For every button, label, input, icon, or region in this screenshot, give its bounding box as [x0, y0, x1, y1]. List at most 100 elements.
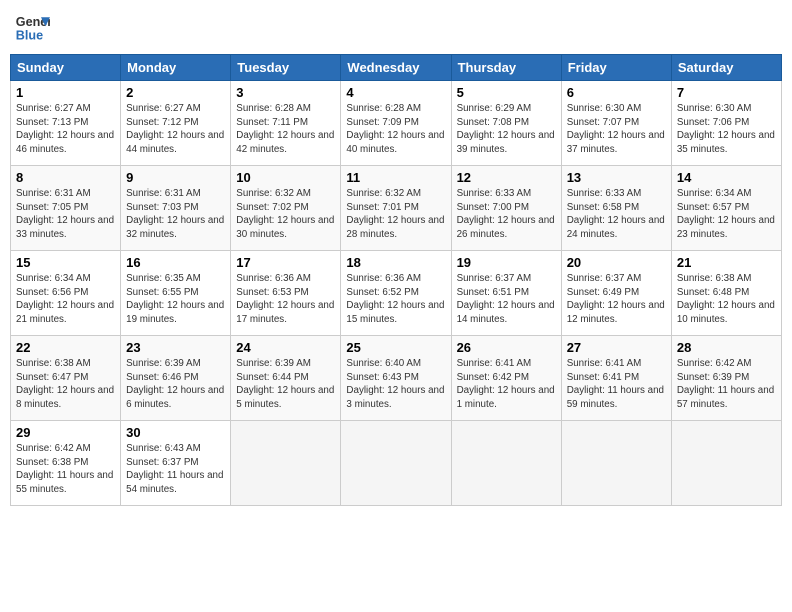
day-number: 13 — [567, 170, 666, 185]
calendar-cell: 22 Sunrise: 6:38 AMSunset: 6:47 PMDayligh… — [11, 336, 121, 421]
day-info: Sunrise: 6:40 AMSunset: 6:43 PMDaylight:… — [346, 357, 445, 412]
day-info: Sunrise: 6:39 AMSunset: 6:44 PMDaylight:… — [236, 357, 335, 412]
calendar-cell: 23 Sunrise: 6:39 AMSunset: 6:46 PMDayligh… — [121, 336, 231, 421]
calendar-cell: 17 Sunrise: 6:36 AMSunset: 6:53 PMDayligh… — [231, 251, 341, 336]
day-info: Sunrise: 6:32 AMSunset: 7:01 PMDaylight:… — [346, 187, 445, 242]
day-info: Sunrise: 6:29 AMSunset: 7:08 PMDaylight:… — [457, 102, 556, 157]
day-number: 16 — [126, 255, 225, 270]
calendar-cell: 27 Sunrise: 6:41 AMSunset: 6:41 PMDayligh… — [561, 336, 671, 421]
calendar-week-row: 22 Sunrise: 6:38 AMSunset: 6:47 PMDayligh… — [11, 336, 782, 421]
calendar-cell — [341, 421, 451, 506]
day-info: Sunrise: 6:39 AMSunset: 6:46 PMDaylight:… — [126, 357, 225, 412]
day-info: Sunrise: 6:41 AMSunset: 6:42 PMDaylight:… — [457, 357, 556, 412]
weekday-header-monday: Monday — [121, 55, 231, 81]
day-info: Sunrise: 6:30 AMSunset: 7:07 PMDaylight:… — [567, 102, 666, 157]
calendar-week-row: 8 Sunrise: 6:31 AMSunset: 7:05 PMDaylight… — [11, 166, 782, 251]
calendar-cell: 25 Sunrise: 6:40 AMSunset: 6:43 PMDayligh… — [341, 336, 451, 421]
svg-text:Blue: Blue — [16, 29, 43, 43]
day-number: 22 — [16, 340, 115, 355]
day-info: Sunrise: 6:36 AMSunset: 6:53 PMDaylight:… — [236, 272, 335, 327]
weekday-header-wednesday: Wednesday — [341, 55, 451, 81]
day-number: 17 — [236, 255, 335, 270]
day-info: Sunrise: 6:33 AMSunset: 7:00 PMDaylight:… — [457, 187, 556, 242]
calendar-cell: 10Sunrise: 6:32 AMSunset: 7:02 PMDayligh… — [231, 166, 341, 251]
calendar-cell: 30 Sunrise: 6:43 AMSunset: 6:37 PMDayligh… — [121, 421, 231, 506]
page-header: General Blue — [10, 10, 782, 46]
day-info: Sunrise: 6:27 AMSunset: 7:13 PMDaylight:… — [16, 102, 115, 157]
calendar-cell: 2 Sunrise: 6:27 AMSunset: 7:12 PMDaylight… — [121, 81, 231, 166]
day-number: 7 — [677, 85, 776, 100]
calendar-cell: 1 Sunrise: 6:27 AMSunset: 7:13 PMDaylight… — [11, 81, 121, 166]
day-info: Sunrise: 6:31 AMSunset: 7:03 PMDaylight:… — [126, 187, 225, 242]
day-info: Sunrise: 6:34 AMSunset: 6:56 PMDaylight:… — [16, 272, 115, 327]
day-number: 6 — [567, 85, 666, 100]
day-number: 2 — [126, 85, 225, 100]
day-info: Sunrise: 6:30 AMSunset: 7:06 PMDaylight:… — [677, 102, 776, 157]
calendar-cell: 7 Sunrise: 6:30 AMSunset: 7:06 PMDaylight… — [671, 81, 781, 166]
day-number: 12 — [457, 170, 556, 185]
day-number: 15 — [16, 255, 115, 270]
calendar-week-row: 15 Sunrise: 6:34 AMSunset: 6:56 PMDayligh… — [11, 251, 782, 336]
calendar-cell: 26 Sunrise: 6:41 AMSunset: 6:42 PMDayligh… — [451, 336, 561, 421]
calendar-cell — [451, 421, 561, 506]
day-number: 28 — [677, 340, 776, 355]
calendar-cell: 15 Sunrise: 6:34 AMSunset: 6:56 PMDayligh… — [11, 251, 121, 336]
calendar-cell: 21 Sunrise: 6:38 AMSunset: 6:48 PMDayligh… — [671, 251, 781, 336]
logo-icon: General Blue — [14, 10, 50, 46]
calendar-cell: 24 Sunrise: 6:39 AMSunset: 6:44 PMDayligh… — [231, 336, 341, 421]
calendar-cell: 11 Sunrise: 6:32 AMSunset: 7:01 PMDayligh… — [341, 166, 451, 251]
calendar-week-row: 29 Sunrise: 6:42 AMSunset: 6:38 PMDayligh… — [11, 421, 782, 506]
day-info: Sunrise: 6:28 AMSunset: 7:11 PMDaylight:… — [236, 102, 335, 157]
calendar-cell: 20Sunrise: 6:37 AMSunset: 6:49 PMDayligh… — [561, 251, 671, 336]
day-number: 29 — [16, 425, 115, 440]
calendar-cell — [561, 421, 671, 506]
calendar-cell: 3 Sunrise: 6:28 AMSunset: 7:11 PMDaylight… — [231, 81, 341, 166]
calendar-cell: 29 Sunrise: 6:42 AMSunset: 6:38 PMDayligh… — [11, 421, 121, 506]
weekday-header-tuesday: Tuesday — [231, 55, 341, 81]
day-number: 18 — [346, 255, 445, 270]
day-info: Sunrise: 6:38 AMSunset: 6:47 PMDaylight:… — [16, 357, 115, 412]
day-info: Sunrise: 6:31 AMSunset: 7:05 PMDaylight:… — [16, 187, 115, 242]
calendar-cell: 18Sunrise: 6:36 AMSunset: 6:52 PMDayligh… — [341, 251, 451, 336]
calendar-cell: 16 Sunrise: 6:35 AMSunset: 6:55 PMDayligh… — [121, 251, 231, 336]
weekday-header-saturday: Saturday — [671, 55, 781, 81]
day-info: Sunrise: 6:32 AMSunset: 7:02 PMDaylight:… — [236, 187, 335, 242]
calendar-header-row: SundayMondayTuesdayWednesdayThursdayFrid… — [11, 55, 782, 81]
calendar-cell: 9 Sunrise: 6:31 AMSunset: 7:03 PMDaylight… — [121, 166, 231, 251]
calendar-table: SundayMondayTuesdayWednesdayThursdayFrid… — [10, 54, 782, 506]
weekday-header-thursday: Thursday — [451, 55, 561, 81]
day-number: 26 — [457, 340, 556, 355]
calendar-cell: 5 Sunrise: 6:29 AMSunset: 7:08 PMDaylight… — [451, 81, 561, 166]
day-info: Sunrise: 6:35 AMSunset: 6:55 PMDaylight:… — [126, 272, 225, 327]
day-number: 11 — [346, 170, 445, 185]
day-number: 27 — [567, 340, 666, 355]
day-info: Sunrise: 6:27 AMSunset: 7:12 PMDaylight:… — [126, 102, 225, 157]
day-number: 4 — [346, 85, 445, 100]
day-number: 23 — [126, 340, 225, 355]
day-number: 5 — [457, 85, 556, 100]
day-info: Sunrise: 6:37 AMSunset: 6:51 PMDaylight:… — [457, 272, 556, 327]
calendar-cell: 12 Sunrise: 6:33 AMSunset: 7:00 PMDayligh… — [451, 166, 561, 251]
day-number: 30 — [126, 425, 225, 440]
calendar-cell — [231, 421, 341, 506]
day-info: Sunrise: 6:41 AMSunset: 6:41 PMDaylight:… — [567, 357, 666, 412]
day-info: Sunrise: 6:38 AMSunset: 6:48 PMDaylight:… — [677, 272, 776, 327]
day-number: 1 — [16, 85, 115, 100]
day-number: 9 — [126, 170, 225, 185]
day-number: 25 — [346, 340, 445, 355]
day-info: Sunrise: 6:33 AMSunset: 6:58 PMDaylight:… — [567, 187, 666, 242]
day-info: Sunrise: 6:42 AMSunset: 6:38 PMDaylight:… — [16, 442, 115, 497]
day-number: 20 — [567, 255, 666, 270]
calendar-cell: 6 Sunrise: 6:30 AMSunset: 7:07 PMDaylight… — [561, 81, 671, 166]
day-number: 24 — [236, 340, 335, 355]
calendar-cell: 28 Sunrise: 6:42 AMSunset: 6:39 PMDayligh… — [671, 336, 781, 421]
calendar-cell: 14Sunrise: 6:34 AMSunset: 6:57 PMDayligh… — [671, 166, 781, 251]
day-number: 3 — [236, 85, 335, 100]
day-info: Sunrise: 6:43 AMSunset: 6:37 PMDaylight:… — [126, 442, 225, 497]
day-number: 21 — [677, 255, 776, 270]
day-info: Sunrise: 6:42 AMSunset: 6:39 PMDaylight:… — [677, 357, 776, 412]
day-info: Sunrise: 6:34 AMSunset: 6:57 PMDaylight:… — [677, 187, 776, 242]
day-number: 8 — [16, 170, 115, 185]
calendar-cell: 19Sunrise: 6:37 AMSunset: 6:51 PMDayligh… — [451, 251, 561, 336]
weekday-header-friday: Friday — [561, 55, 671, 81]
